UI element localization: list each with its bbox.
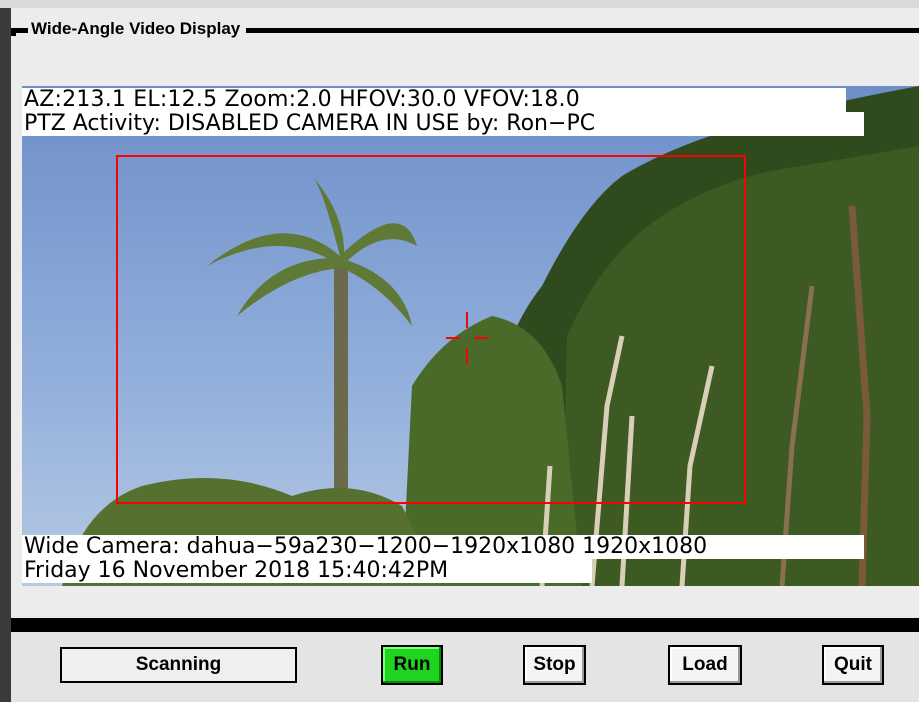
panel-separator [0,618,919,632]
telemetry-overlay: AZ:213.1 EL:12.5 Zoom:2.0 HFOV:30.0 VFOV… [22,88,846,112]
run-button[interactable]: Run [381,645,443,685]
video-display[interactable] [22,86,919,586]
status-display: Scanning [60,647,297,683]
window-left-edge [0,8,11,628]
stop-button[interactable]: Stop [523,645,586,685]
camera-info-overlay: Wide Camera: dahua−59a230−1200−1920x1080… [22,535,864,559]
quit-button[interactable]: Quit [822,645,884,685]
ptz-status-overlay: PTZ Activity: DISABLED CAMERA IN USE by:… [22,112,864,136]
timestamp-overlay: Friday 16 November 2018 15:40:42PM [22,559,592,583]
bottom-left-edge [0,618,11,702]
group-title: Wide-Angle Video Display [28,18,247,40]
video-frame [22,86,919,586]
window-top-edge [0,0,919,8]
group-box-corner [11,28,16,36]
load-button[interactable]: Load [668,645,742,685]
